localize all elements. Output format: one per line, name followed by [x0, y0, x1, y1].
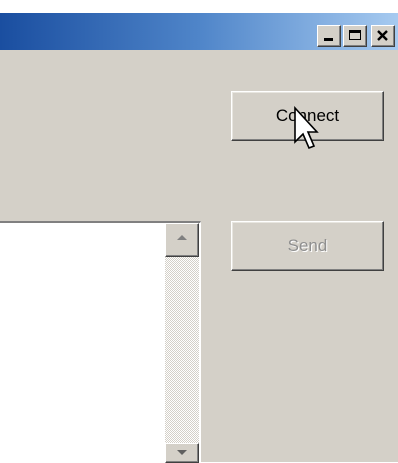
- scroll-down-button[interactable]: [165, 443, 199, 463]
- close-button[interactable]: [371, 25, 395, 47]
- title-bar[interactable]: [0, 13, 398, 50]
- window-controls: [317, 25, 395, 47]
- maximize-button[interactable]: [343, 25, 367, 47]
- vertical-scrollbar[interactable]: [165, 223, 199, 463]
- close-icon: [377, 30, 388, 41]
- send-button[interactable]: Send: [231, 221, 384, 271]
- minimize-icon: [324, 38, 333, 41]
- scroll-up-button[interactable]: [165, 223, 199, 257]
- send-button-label: Send: [287, 236, 328, 255]
- mouse-pointer-icon: [294, 106, 319, 150]
- scroll-down-arrow-icon: [177, 450, 187, 455]
- maximize-icon: [349, 30, 361, 40]
- scroll-up-arrow-icon: [177, 235, 187, 240]
- chat-window: Connect Send: [0, 12, 398, 463]
- minimize-button[interactable]: [317, 25, 341, 47]
